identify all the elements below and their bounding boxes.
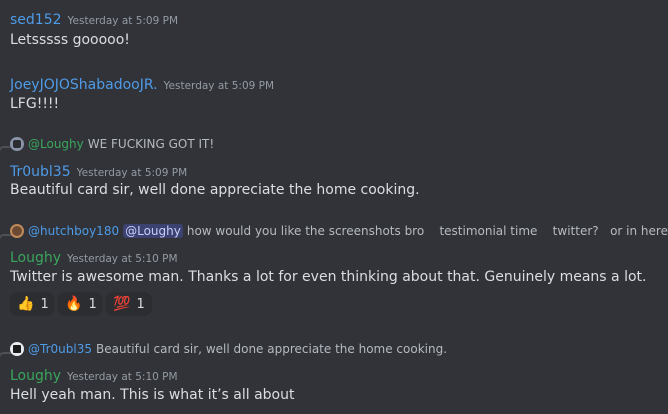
author-name[interactable]: sed152: [10, 12, 62, 28]
reaction-fire[interactable]: 🔥 1: [58, 292, 102, 316]
reply-text[interactable]: Beautiful card sir, well done appreciate…: [96, 342, 447, 356]
message-text: Beautiful card sir, well done appreciate…: [10, 182, 420, 198]
hundred-points-icon: 💯: [113, 296, 131, 312]
reply-preview[interactable]: @hutchboy180 @Loughy how would you like …: [10, 224, 668, 238]
reaction-thumbs-up[interactable]: 👍 1: [10, 292, 54, 316]
message-header: sed152 Yesterday at 5:09 PM: [10, 9, 178, 28]
reply-author-name[interactable]: @Loughy: [28, 137, 84, 151]
message-header: Tr0ubl35 Yesterday at 5:09 PM: [10, 161, 187, 180]
reaction-count: 1: [40, 296, 49, 312]
avatar[interactable]: [10, 342, 24, 356]
timestamp[interactable]: Yesterday at 5:10 PM: [67, 253, 178, 265]
reaction-hundred[interactable]: 💯 1: [106, 292, 152, 316]
avatar[interactable]: [10, 137, 24, 151]
message-text: Twitter is awesome man. Thanks a lot for…: [10, 269, 647, 285]
reply-text[interactable]: WE FUCKING GOT IT!: [88, 137, 214, 151]
timestamp[interactable]: Yesterday at 5:09 PM: [164, 80, 275, 92]
message-text: Letsssss gooooo!: [10, 32, 130, 48]
author-name[interactable]: Loughy: [10, 250, 61, 266]
reply-text[interactable]: how would you like the screenshots bro t…: [187, 224, 668, 238]
author-name[interactable]: JoeyJOJOShabadooJR.: [10, 77, 158, 93]
message-header: Loughy Yesterday at 5:10 PM: [10, 365, 178, 384]
reaction-count: 1: [88, 296, 97, 312]
reply-preview[interactable]: @Tr0ubl35 Beautiful card sir, well done …: [10, 342, 447, 356]
thumbs-up-icon: 👍: [17, 296, 35, 312]
fire-icon: 🔥: [65, 296, 83, 312]
reply-preview[interactable]: @Loughy WE FUCKING GOT IT!: [10, 137, 214, 151]
message-text: LFG!!!!: [10, 96, 60, 112]
timestamp[interactable]: Yesterday at 5:09 PM: [77, 167, 188, 179]
timestamp[interactable]: Yesterday at 5:09 PM: [68, 15, 179, 27]
avatar[interactable]: [10, 224, 24, 238]
message-header: JoeyJOJOShabadooJR. Yesterday at 5:09 PM: [10, 74, 274, 93]
user-mention[interactable]: @Loughy: [123, 224, 183, 238]
message-header: Loughy Yesterday at 5:10 PM: [10, 247, 178, 266]
message-text: Hell yeah man. This is what it’s all abo…: [10, 387, 295, 403]
author-name[interactable]: Tr0ubl35: [10, 164, 71, 180]
author-name[interactable]: Loughy: [10, 368, 61, 384]
reply-author-name[interactable]: @Tr0ubl35: [28, 342, 92, 356]
reaction-count: 1: [136, 296, 145, 312]
timestamp[interactable]: Yesterday at 5:10 PM: [67, 371, 178, 383]
reply-author-name[interactable]: @hutchboy180: [28, 224, 119, 238]
